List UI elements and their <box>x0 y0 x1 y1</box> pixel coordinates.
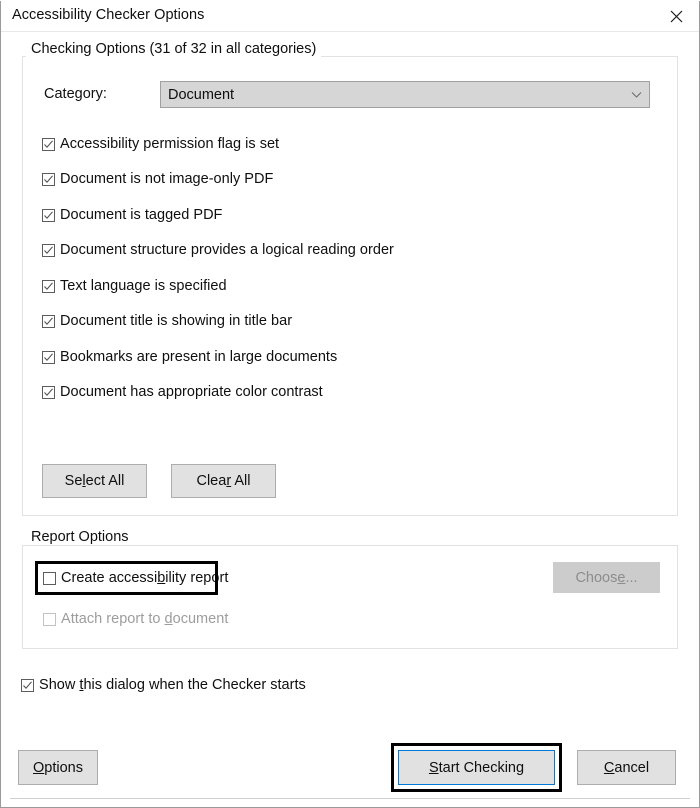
close-button[interactable] <box>653 1 699 31</box>
checkbox-checked-icon <box>42 243 55 257</box>
check-item-tagged-pdf[interactable]: Document is tagged PDF <box>42 207 222 223</box>
accessibility-checker-options-dialog: Accessibility Checker Options Checking O… <box>0 0 700 808</box>
cancel-button-label: Cancel <box>603 759 650 776</box>
start-checking-button-label: Start Checking <box>428 759 525 776</box>
check-item-color-contrast[interactable]: Document has appropriate color contrast <box>42 384 323 400</box>
check-item-text-language-specified[interactable]: Text language is specified <box>42 278 227 294</box>
check-item-logical-reading-order[interactable]: Document structure provides a logical re… <box>42 242 394 258</box>
check-item-not-image-only-pdf[interactable]: Document is not image-only PDF <box>42 171 273 187</box>
checkbox-checked-icon <box>42 208 55 222</box>
check-item-label: Document is not image-only PDF <box>60 171 274 187</box>
checkbox-checked-icon <box>42 137 55 151</box>
attach-report-to-document-label: Attach report to document <box>61 611 229 627</box>
category-label: Category: <box>44 86 107 102</box>
start-checking-button[interactable]: Start Checking <box>398 750 555 785</box>
close-icon <box>670 10 683 23</box>
select-all-button-label: Select All <box>64 473 125 489</box>
check-item-label: Bookmarks are present in large documents <box>60 349 338 365</box>
checking-options-group-title: Checking Options (31 of 32 in all catego… <box>26 41 322 57</box>
report-options-group <box>22 545 678 649</box>
check-item-label: Accessibility permission flag is set <box>60 136 280 152</box>
report-options-group-title: Report Options <box>26 529 134 545</box>
create-accessibility-report-label: Create accessibility report <box>61 570 229 586</box>
choose-button-label: Choose... <box>575 569 638 586</box>
show-dialog-on-start-checkbox[interactable]: Show this dialog when the Checker starts <box>21 677 306 693</box>
clear-all-button-label: Clear All <box>196 473 251 489</box>
footer-separator <box>10 798 690 799</box>
checkbox-checked-icon <box>21 678 34 692</box>
checkbox-checked-icon <box>42 314 55 328</box>
select-all-button[interactable]: Select All <box>42 464 147 498</box>
checkbox-checked-icon <box>42 385 55 399</box>
check-item-label: Document structure provides a logical re… <box>60 242 394 258</box>
check-item-bookmarks-present[interactable]: Bookmarks are present in large documents <box>42 349 337 365</box>
chevron-down-icon <box>622 82 649 107</box>
category-dropdown[interactable]: Document <box>160 81 650 108</box>
cancel-button[interactable]: Cancel <box>577 750 676 785</box>
check-item-label: Document has appropriate color contrast <box>60 384 323 400</box>
title-bar-separator <box>1 31 699 32</box>
options-button[interactable]: Options <box>18 750 98 785</box>
checkbox-unchecked-icon <box>43 571 56 585</box>
options-button-label: Options <box>33 759 83 776</box>
check-item-label: Document is tagged PDF <box>60 207 223 223</box>
check-item-document-title-in-title-bar[interactable]: Document title is showing in title bar <box>42 313 292 329</box>
check-item-accessibility-permission-flag[interactable]: Accessibility permission flag is set <box>42 136 279 152</box>
checkbox-unchecked-disabled-icon <box>43 612 56 626</box>
choose-button: Choose... <box>553 562 660 593</box>
attach-report-to-document-checkbox: Attach report to document <box>43 611 228 627</box>
category-dropdown-value: Document <box>168 86 235 103</box>
check-item-label: Document title is showing in title bar <box>60 313 293 329</box>
clear-all-button[interactable]: Clear All <box>171 464 276 498</box>
create-accessibility-report-checkbox[interactable]: Create accessibility report <box>43 570 228 586</box>
checkbox-checked-icon <box>42 279 55 293</box>
title-bar: Accessibility Checker Options <box>1 1 699 31</box>
window-title: Accessibility Checker Options <box>12 7 205 23</box>
checkbox-checked-icon <box>42 350 55 364</box>
window-border-left <box>0 0 1 808</box>
checkbox-checked-icon <box>42 172 55 186</box>
check-item-label: Text language is specified <box>60 278 227 294</box>
show-dialog-on-start-label: Show this dialog when the Checker starts <box>39 677 306 693</box>
